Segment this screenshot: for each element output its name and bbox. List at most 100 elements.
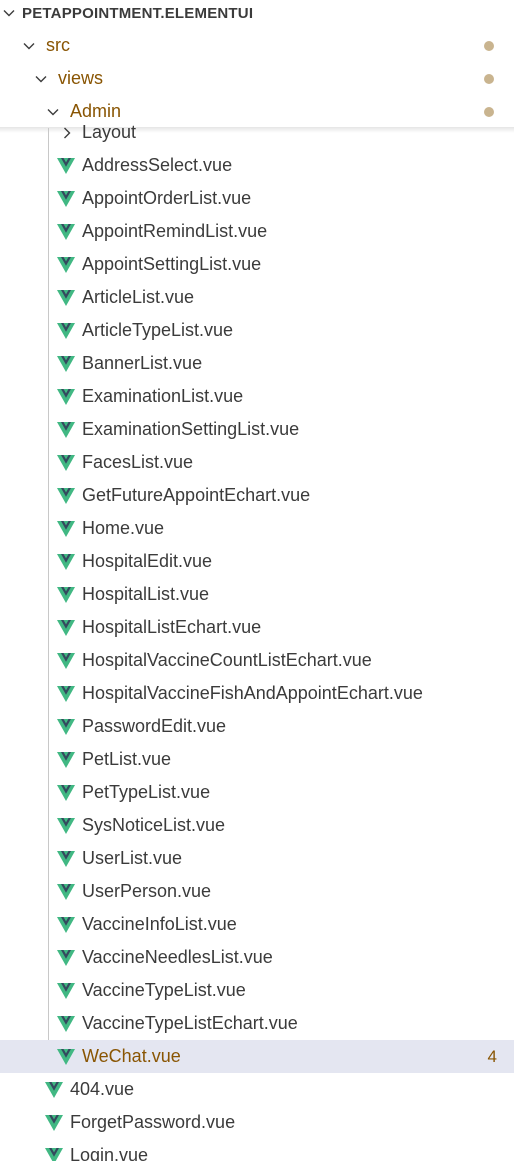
chevron-down-icon bbox=[34, 72, 48, 86]
folder-label: Layout bbox=[82, 122, 137, 142]
vue-file-icon bbox=[57, 388, 75, 405]
file-row[interactable]: UserPerson.vue bbox=[0, 875, 514, 908]
file-row[interactable]: HospitalVaccineCountListEchart.vue bbox=[0, 644, 514, 677]
file-label: AppointRemindList.vue bbox=[82, 221, 268, 241]
vue-file-icon bbox=[57, 454, 75, 471]
file-label: AppointSettingList.vue bbox=[82, 254, 262, 274]
vue-file-icon bbox=[45, 1147, 63, 1161]
vue-file-icon bbox=[57, 190, 75, 207]
file-row[interactable]: ForgetPassword.vue bbox=[0, 1106, 514, 1139]
file-label: Login.vue bbox=[70, 1145, 149, 1161]
file-row[interactable]: FacesList.vue bbox=[0, 446, 514, 479]
file-row[interactable]: HospitalVaccineFishAndAppointEchart.vue bbox=[0, 677, 514, 710]
project-name: PETAPPOINTMENT.ELEMENTUI bbox=[22, 4, 254, 22]
file-label: BannerList.vue bbox=[82, 353, 203, 373]
file-row[interactable]: 404.vue bbox=[0, 1073, 514, 1106]
file-label: ForgetPassword.vue bbox=[70, 1112, 236, 1132]
file-label: ExaminationList.vue bbox=[82, 386, 244, 406]
file-label: FacesList.vue bbox=[82, 452, 194, 472]
vue-file-icon bbox=[57, 817, 75, 834]
file-row[interactable]: SysNoticeList.vue bbox=[0, 809, 514, 842]
file-label: UserPerson.vue bbox=[82, 881, 212, 901]
file-label: HospitalListEchart.vue bbox=[82, 617, 262, 637]
file-row[interactable]: AddressSelect.vue bbox=[0, 149, 514, 182]
file-wechat-selected[interactable]: WeChat.vue 4 bbox=[0, 1040, 514, 1073]
vue-file-icon bbox=[57, 256, 75, 273]
vue-file-icon bbox=[57, 850, 75, 867]
vue-file-icon bbox=[57, 883, 75, 900]
file-row[interactable]: VaccineNeedlesList.vue bbox=[0, 941, 514, 974]
file-row[interactable]: BannerList.vue bbox=[0, 347, 514, 380]
file-label: ExaminationSettingList.vue bbox=[82, 419, 300, 439]
file-label: AddressSelect.vue bbox=[82, 155, 233, 175]
file-label: VaccineNeedlesList.vue bbox=[82, 947, 273, 967]
file-label: Home.vue bbox=[82, 518, 165, 538]
file-row[interactable]: AppointRemindList.vue bbox=[0, 215, 514, 248]
file-explorer: PETAPPOINTMENT.ELEMENTUI src views Admin… bbox=[0, 0, 514, 1161]
folder-layout[interactable]: Layout bbox=[0, 116, 514, 149]
chevron-right-icon bbox=[60, 126, 74, 140]
file-label: AppointOrderList.vue bbox=[82, 188, 252, 208]
file-row[interactable]: GetFutureAppointEchart.vue bbox=[0, 479, 514, 512]
vue-file-icon bbox=[57, 223, 75, 240]
vue-file-icon bbox=[57, 487, 75, 504]
file-label: HospitalList.vue bbox=[82, 584, 210, 604]
file-row[interactable]: ArticleTypeList.vue bbox=[0, 314, 514, 347]
file-row[interactable]: AppointSettingList.vue bbox=[0, 248, 514, 281]
file-row[interactable]: HospitalEdit.vue bbox=[0, 545, 514, 578]
file-label: UserList.vue bbox=[82, 848, 183, 868]
file-row[interactable]: VaccineTypeListEchart.vue bbox=[0, 1007, 514, 1040]
file-label: WeChat.vue bbox=[82, 1046, 181, 1066]
file-label: VaccineInfoList.vue bbox=[82, 914, 237, 934]
chevron-down-icon bbox=[22, 39, 36, 53]
file-row[interactable]: Home.vue bbox=[0, 512, 514, 545]
vue-file-icon bbox=[57, 1015, 75, 1032]
file-label: PetTypeList.vue bbox=[82, 782, 211, 802]
file-label: VaccineTypeList.vue bbox=[82, 980, 246, 1000]
file-row[interactable]: HospitalListEchart.vue bbox=[0, 611, 514, 644]
file-row[interactable]: UserList.vue bbox=[0, 842, 514, 875]
file-label: SysNoticeList.vue bbox=[82, 815, 226, 835]
file-row[interactable]: ArticleList.vue bbox=[0, 281, 514, 314]
file-label: HospitalEdit.vue bbox=[82, 551, 213, 571]
vue-file-icon bbox=[45, 1081, 63, 1098]
file-row[interactable]: HospitalList.vue bbox=[0, 578, 514, 611]
explorer-root-project[interactable]: PETAPPOINTMENT.ELEMENTUI bbox=[0, 0, 514, 26]
vue-file-icon bbox=[57, 553, 75, 570]
chevron-down-icon bbox=[2, 6, 16, 20]
vue-file-icon bbox=[57, 751, 75, 768]
vue-file-icon bbox=[57, 586, 75, 603]
folder-label: views bbox=[58, 68, 104, 88]
modified-dot bbox=[484, 40, 494, 51]
folder-src[interactable]: src bbox=[0, 29, 514, 62]
vue-file-icon bbox=[57, 355, 75, 372]
vue-file-icon bbox=[57, 1048, 75, 1065]
file-label: PetList.vue bbox=[82, 749, 172, 769]
modified-dot bbox=[484, 106, 494, 117]
vue-file-icon bbox=[57, 520, 75, 537]
file-label: HospitalVaccineCountListEchart.vue bbox=[82, 650, 372, 670]
vue-file-icon bbox=[57, 619, 75, 636]
folder-views[interactable]: views bbox=[0, 62, 514, 95]
file-row[interactable]: PasswordEdit.vue bbox=[0, 710, 514, 743]
vue-file-icon bbox=[57, 718, 75, 735]
folder-label: src bbox=[46, 35, 70, 55]
file-row[interactable]: AppointOrderList.vue bbox=[0, 182, 514, 215]
file-row[interactable]: ExaminationList.vue bbox=[0, 380, 514, 413]
vue-file-icon bbox=[57, 289, 75, 306]
file-row[interactable]: PetList.vue bbox=[0, 743, 514, 776]
vue-file-icon bbox=[57, 685, 75, 702]
file-label: 404.vue bbox=[70, 1079, 135, 1099]
vue-file-icon bbox=[57, 322, 75, 339]
file-row[interactable]: Login.vue bbox=[0, 1139, 514, 1161]
vue-file-icon bbox=[57, 421, 75, 438]
file-row[interactable]: VaccineTypeList.vue bbox=[0, 974, 514, 1007]
file-label: ArticleList.vue bbox=[82, 287, 195, 307]
vue-file-icon bbox=[45, 1114, 63, 1131]
file-row[interactable]: PetTypeList.vue bbox=[0, 776, 514, 809]
vue-file-icon bbox=[57, 982, 75, 999]
vue-file-icon bbox=[57, 916, 75, 933]
modified-dot bbox=[484, 73, 494, 84]
file-row[interactable]: VaccineInfoList.vue bbox=[0, 908, 514, 941]
file-row[interactable]: ExaminationSettingList.vue bbox=[0, 413, 514, 446]
